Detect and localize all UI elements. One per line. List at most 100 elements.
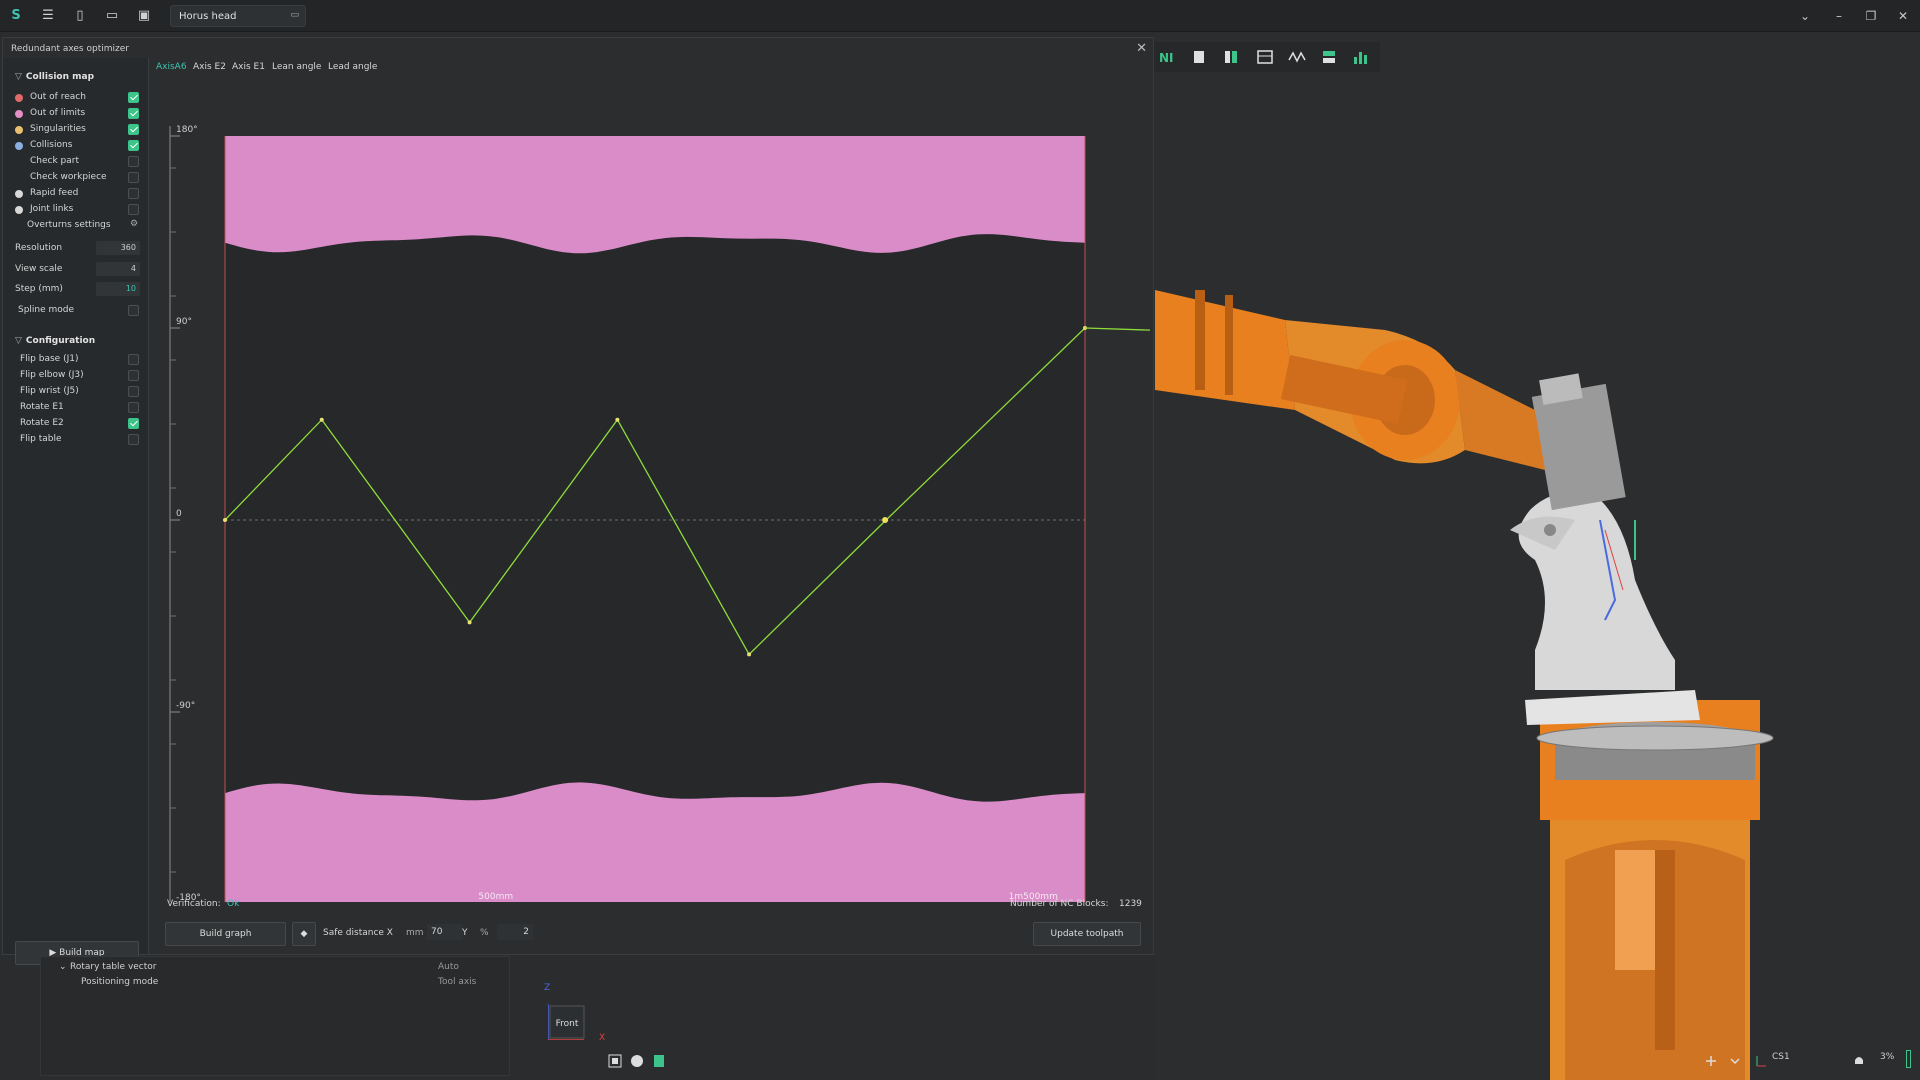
redundant-axes-optimizer-panel: Redundant axes optimizer ✕ ▽ Collision ma… (2, 37, 1154, 965)
step-row: Step (mm) 10 (3, 282, 149, 297)
optimizer-sidebar: ▽ Collision map Out of reach Out of limit… (3, 58, 149, 965)
gear-icon[interactable]: ⚙ (130, 219, 138, 229)
config-item-checkbox[interactable] (128, 370, 139, 381)
resolution-label: Resolution (15, 243, 63, 253)
build-graph-button[interactable]: Build graph (165, 922, 286, 946)
restore-icon[interactable]: ❐ (1862, 7, 1880, 25)
collision-item-checkbox[interactable] (128, 156, 139, 167)
y-tick-label: 180° (176, 125, 198, 135)
nc-blocks-value: 1239 (1119, 899, 1142, 909)
collision-item-checkbox[interactable] (128, 92, 139, 103)
tab-axis-a6[interactable]: AxisA6 (156, 62, 187, 72)
minimize-icon[interactable]: – (1830, 7, 1848, 25)
robot-scene[interactable] (1155, 260, 1920, 1080)
close-window-icon[interactable]: ✕ (1894, 7, 1912, 25)
update-toolpath-button[interactable]: Update toolpath (1033, 922, 1141, 946)
view-scale-field[interactable]: 4 (96, 262, 140, 276)
tab-lean-angle[interactable]: Lean angle (272, 62, 321, 72)
collision-map-header[interactable]: ▽ Collision map (15, 72, 94, 82)
close-icon[interactable]: ✕ (1136, 41, 1147, 56)
collision-item-checkbox[interactable] (128, 108, 139, 119)
waveform-icon[interactable] (1288, 48, 1306, 66)
safe-distance-y-input[interactable]: 2 (497, 924, 533, 940)
config-item: Flip base (J1) (3, 353, 149, 367)
fit-view-icon[interactable] (608, 1054, 622, 1068)
collision-item: Out of reach (3, 91, 149, 105)
config-item: Rotate E2 (3, 417, 149, 431)
tab-lead-angle[interactable]: Lead angle (328, 62, 377, 72)
ni-icon[interactable]: NI (1158, 48, 1176, 66)
config-item-label: Flip base (J1) (20, 354, 79, 364)
config-item-checkbox[interactable] (128, 354, 139, 365)
tab-axis-e1[interactable]: Axis E1 (232, 62, 265, 72)
collision-item-checkbox[interactable] (128, 188, 139, 199)
new-file-icon[interactable]: ▯ (72, 8, 88, 24)
config-item-label: Flip wrist (J5) (20, 386, 79, 396)
legend-dot (15, 142, 23, 150)
bell-icon[interactable] (1852, 1054, 1866, 1068)
safe-distance-x-input[interactable]: 70 (427, 924, 463, 940)
axis-z-label: Z (544, 983, 551, 993)
view-scale-row: View scale 4 (3, 262, 149, 277)
coordinate-system-label[interactable]: CS1 (1772, 1052, 1790, 1062)
chevron-down-icon[interactable] (1728, 1054, 1742, 1068)
step-field[interactable]: 10 (96, 282, 140, 296)
bar-chart-icon[interactable] (1352, 48, 1370, 66)
pin-icon[interactable]: ◆ (292, 922, 316, 946)
legend-dot (15, 94, 23, 102)
collision-item: Check workpiece (3, 171, 149, 185)
config-item-checkbox[interactable] (128, 418, 139, 429)
configuration-header[interactable]: ▽ Configuration (15, 336, 95, 346)
positioning-mode-value[interactable]: Tool axis (438, 977, 476, 987)
view-scale-label: View scale (15, 264, 63, 274)
tab-options-icon[interactable]: ▭ (290, 10, 299, 20)
document-tab[interactable]: Horus head ▭ (170, 5, 306, 27)
add-icon[interactable] (1704, 1054, 1718, 1068)
axis-x-label: X (599, 1033, 606, 1043)
overturns-settings-row[interactable]: Overturns settings ⚙ (3, 219, 149, 233)
axis-graph[interactable]: 180°90°0-90°-180°0500mm1m1m500mm (150, 82, 1150, 902)
collision-item-checkbox[interactable] (128, 140, 139, 151)
config-item: Flip wrist (J5) (3, 385, 149, 399)
panel-title: Redundant axes optimizer (11, 44, 129, 54)
stack-icon[interactable] (1320, 48, 1338, 66)
collision-item-label: Check workpiece (30, 172, 107, 182)
resolution-field[interactable]: 360 (96, 241, 140, 255)
open-folder-icon[interactable]: ▭ (104, 8, 120, 24)
shading-icon[interactable] (630, 1054, 644, 1068)
collision-item-checkbox[interactable] (128, 124, 139, 135)
collision-item: Rapid feed (3, 187, 149, 201)
save-icon[interactable]: ▣ (136, 8, 152, 24)
config-item-checkbox[interactable] (128, 434, 139, 445)
series-point (319, 417, 324, 422)
spline-mode-checkbox[interactable] (128, 305, 139, 316)
config-item-checkbox[interactable] (128, 402, 139, 413)
collision-item-checkbox[interactable] (128, 172, 139, 183)
collision-item: Check part (3, 155, 149, 169)
table-icon[interactable] (1256, 48, 1274, 66)
menu-icon[interactable]: ☰ (40, 8, 56, 24)
document-title: Horus head (179, 11, 237, 22)
collapse-triangle-icon[interactable]: ⌄ (59, 962, 67, 972)
spline-mode-row: Spline mode (3, 304, 149, 318)
rotary-table-vector-value[interactable]: Auto (438, 962, 459, 972)
chevron-down-icon[interactable]: ⌄ (1796, 7, 1814, 25)
view-navigation-cube[interactable]: Front (548, 1000, 588, 1040)
series-point (223, 518, 227, 522)
layers-icon[interactable] (652, 1054, 666, 1068)
collision-item-checkbox[interactable] (128, 204, 139, 215)
legend-dot (15, 190, 23, 198)
panel-icon[interactable] (1190, 48, 1208, 66)
collision-item-label: Check part (30, 156, 80, 166)
plot-area (225, 136, 1085, 902)
config-item-checkbox[interactable] (128, 386, 139, 397)
positioning-mode-label: Positioning mode (81, 977, 159, 987)
columns-icon[interactable] (1222, 48, 1240, 66)
x-unit: mm (406, 928, 424, 938)
tab-axis-e2[interactable]: Axis E2 (193, 62, 226, 72)
y-label: Y (462, 928, 468, 938)
series-point (467, 620, 472, 625)
config-item: Flip table (3, 433, 149, 447)
series-point (747, 652, 752, 657)
svg-text:NI: NI (1159, 51, 1174, 65)
